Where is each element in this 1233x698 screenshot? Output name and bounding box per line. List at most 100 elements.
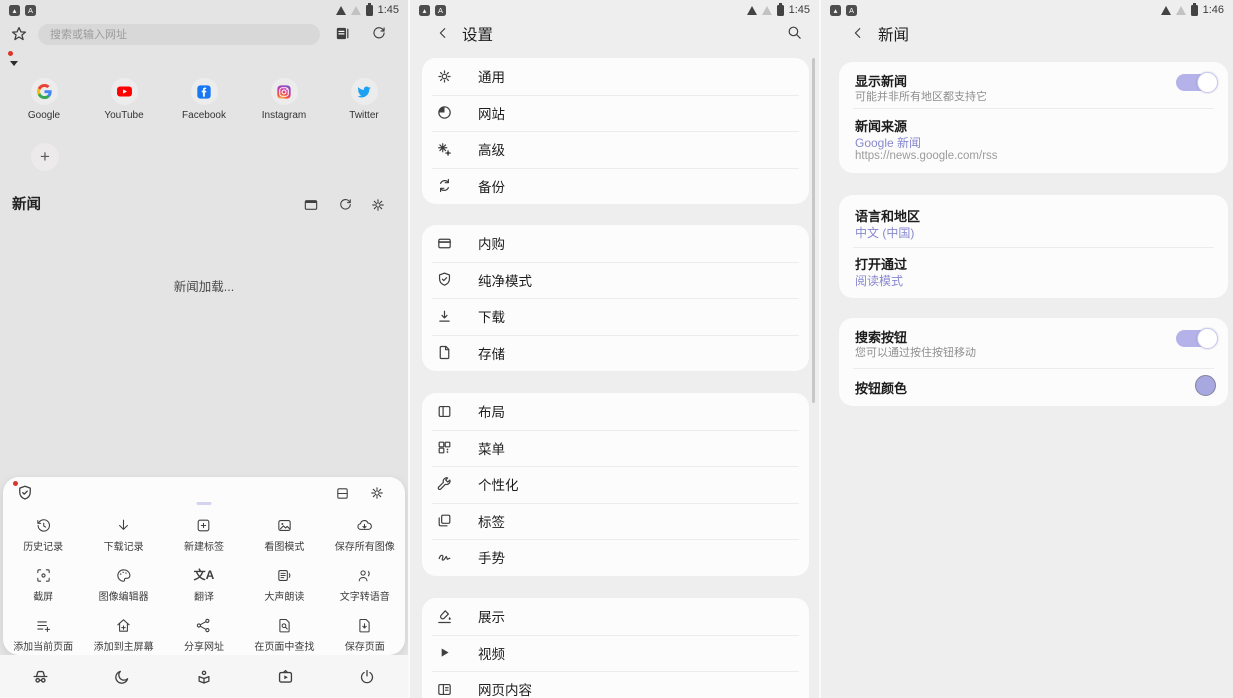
- chevron-down-icon[interactable]: [10, 61, 18, 66]
- menu-item-image-mode[interactable]: 看图模式: [244, 512, 324, 562]
- news-source-label[interactable]: 新闻来源: [855, 116, 907, 135]
- palette-icon: [115, 567, 132, 584]
- settings-row-iap[interactable]: 内购: [422, 225, 809, 262]
- gallery-notification-icon: ▴: [9, 5, 20, 16]
- no-signal-icon: [1176, 6, 1186, 15]
- quicklink-twitter[interactable]: Twitter: [324, 78, 404, 121]
- settings-row-advanced[interactable]: 高级: [422, 131, 809, 168]
- refresh-icon[interactable]: [371, 25, 387, 41]
- back-arrow-icon[interactable]: [851, 26, 865, 40]
- screen-browser-home: ▴ A 1:45 Google YouTube Faceboo: [0, 0, 410, 698]
- search-icon[interactable]: [786, 24, 803, 41]
- quicklink-instagram[interactable]: Instagram: [244, 78, 324, 121]
- quicklink-label: Instagram: [262, 110, 306, 121]
- menu-item-image-editor[interactable]: 图像编辑器: [83, 562, 163, 612]
- translate-icon: 文A: [194, 567, 215, 584]
- settings-row-video[interactable]: 视频: [422, 635, 809, 672]
- menu-item-text-to-speech[interactable]: 文字转语音: [325, 562, 405, 612]
- shield-red-dot: [13, 481, 18, 486]
- button-color-swatch[interactable]: [1195, 375, 1216, 396]
- paint-icon: [436, 608, 453, 625]
- settings-row-display[interactable]: 展示: [422, 598, 809, 635]
- menu-item-downloads[interactable]: 下载记录: [83, 512, 163, 562]
- menu-item-read-aloud[interactable]: 大声朗读: [244, 562, 324, 612]
- news-settings-gear-icon[interactable]: [370, 197, 386, 213]
- card-view-icon[interactable]: [303, 197, 319, 213]
- instagram-icon: [276, 84, 292, 100]
- find-in-page-icon: [276, 617, 293, 634]
- show-news-toggle[interactable]: [1176, 74, 1216, 91]
- arrow-down-icon: [115, 517, 132, 534]
- settings-row-tabs[interactable]: 标签: [422, 503, 809, 540]
- search-input[interactable]: [38, 24, 320, 45]
- settings-card-2: 内购 纯净模式 下载 存储: [422, 225, 809, 371]
- drag-handle[interactable]: [197, 502, 212, 505]
- a-notification-icon: A: [25, 5, 36, 16]
- screenshot-icon: [35, 567, 52, 584]
- news-card-search-button: 搜索按钮 您可以通过按住按钮移动 按钮颜色: [839, 318, 1228, 406]
- show-news-subtitle: 可能并非所有地区都支持它: [855, 88, 987, 104]
- layout-rows-icon[interactable]: [335, 486, 350, 501]
- settings-card-1: 通用 网站 高级 备份: [422, 58, 809, 204]
- language-label[interactable]: 语言和地区: [855, 206, 920, 225]
- quicklink-label: YouTube: [104, 110, 143, 121]
- open-via-label[interactable]: 打开通过: [855, 254, 907, 273]
- settings-row-backup[interactable]: 备份: [422, 168, 809, 205]
- settings-row-storage[interactable]: 存储: [422, 335, 809, 372]
- moon-icon: [113, 668, 131, 686]
- page-title: 新闻: [878, 23, 909, 45]
- incognito-button[interactable]: [0, 667, 82, 686]
- settings-row-personalization[interactable]: 个性化: [422, 466, 809, 503]
- menu-grid: 历史记录 下载记录 新建标签 看图模式 保存所有图像: [3, 512, 405, 662]
- back-arrow-icon[interactable]: [436, 26, 450, 40]
- language-value[interactable]: 中文 (中国): [855, 224, 914, 241]
- a-notification-icon: A: [846, 5, 857, 16]
- image-icon: [276, 517, 293, 534]
- menu-bottom-sheet: 历史记录 下载记录 新建标签 看图模式 保存所有图像: [3, 477, 405, 655]
- search-button-toggle[interactable]: [1176, 330, 1216, 347]
- news-source-url: https://news.google.com/rss: [855, 150, 998, 162]
- menu-item-history[interactable]: 历史记录: [3, 512, 83, 562]
- menu-item-save-all-images[interactable]: 保存所有图像: [325, 512, 405, 562]
- settings-card-3: 布局 菜单 个性化 标签 手势: [422, 393, 809, 576]
- video-mode-button[interactable]: [245, 667, 327, 686]
- gallery-notification-icon: ▴: [830, 5, 841, 16]
- layout-icon: [436, 403, 453, 420]
- refresh-news-icon[interactable]: [338, 197, 353, 212]
- scrollbar-thumb[interactable]: [812, 58, 815, 403]
- gear-icon: [436, 68, 453, 85]
- settings-row-download[interactable]: 下载: [422, 298, 809, 335]
- quicklink-facebook[interactable]: Facebook: [164, 78, 244, 121]
- news-source-value[interactable]: Google 新闻: [855, 134, 921, 151]
- tabs-icon: [436, 512, 453, 529]
- settings-row-menu[interactable]: 菜单: [422, 430, 809, 467]
- night-mode-button[interactable]: [82, 668, 164, 686]
- settings-row-websites[interactable]: 网站: [422, 95, 809, 132]
- settings-row-web-content[interactable]: 网页内容: [422, 671, 809, 698]
- menu-item-translate[interactable]: 文A 翻译: [164, 562, 244, 612]
- status-bar: ▴ A 1:45: [0, 0, 408, 20]
- tv-play-icon: [276, 667, 295, 686]
- menu-item-new-tab[interactable]: 新建标签: [164, 512, 244, 562]
- reading-mode-icon[interactable]: [334, 25, 351, 42]
- incognito-icon: [31, 667, 50, 686]
- news-card-locale: 语言和地区 中文 (中国) 打开通过 阅读模式: [839, 195, 1228, 298]
- news-card-main: 显示新闻 可能并非所有地区都支持它 新闻来源 Google 新闻 https:/…: [839, 62, 1228, 173]
- settings-row-layout[interactable]: 布局: [422, 393, 809, 430]
- bookmark-star-icon[interactable]: [10, 25, 28, 43]
- quicklink-youtube[interactable]: YouTube: [84, 78, 164, 121]
- add-shortcut-button[interactable]: +: [31, 143, 59, 171]
- menu-gear-icon[interactable]: [369, 485, 385, 501]
- open-via-value[interactable]: 阅读模式: [855, 272, 903, 289]
- exit-button[interactable]: [326, 668, 408, 686]
- settings-row-general[interactable]: 通用: [422, 58, 809, 95]
- share-nodes-icon: [195, 617, 212, 634]
- settings-row-pure-mode[interactable]: 纯净模式: [422, 262, 809, 299]
- twitter-icon: [356, 84, 372, 100]
- menu-item-screenshot[interactable]: 截屏: [3, 562, 83, 612]
- settings-row-gestures[interactable]: 手势: [422, 539, 809, 576]
- shield-check-icon[interactable]: [16, 484, 34, 502]
- quicklink-google[interactable]: Google: [4, 78, 84, 121]
- reading-button[interactable]: [163, 668, 245, 686]
- clock-text: 1:45: [789, 4, 810, 16]
